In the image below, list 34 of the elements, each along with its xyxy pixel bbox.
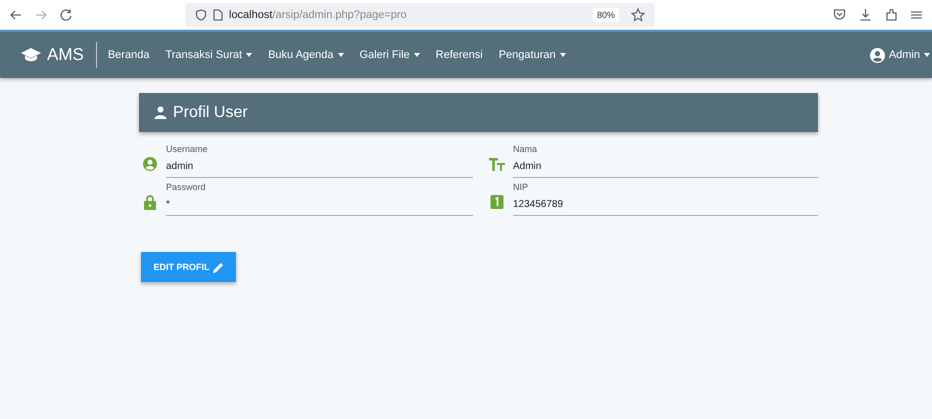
pocket-icon[interactable] — [833, 8, 846, 21]
text-size-icon — [489, 158, 505, 170]
star-icon[interactable] — [631, 8, 645, 22]
nav-link[interactable]: Transaksi Surat — [165, 49, 252, 61]
nav-link[interactable]: Referensi — [436, 49, 483, 61]
zoom-level[interactable]: 80% — [592, 8, 619, 22]
back-icon[interactable] — [10, 10, 22, 20]
text-field[interactable]: Password * — [166, 182, 473, 216]
address-bar[interactable]: localhost/arsip/admin.php?page=pro 80% — [185, 2, 655, 26]
number-icon — [489, 195, 505, 209]
nav-link[interactable]: Beranda — [108, 49, 150, 61]
reload-icon[interactable] — [60, 8, 72, 20]
download-icon[interactable] — [859, 8, 872, 21]
user-icon — [142, 157, 158, 171]
pencil-icon — [212, 262, 224, 272]
person-icon — [154, 106, 167, 119]
text-field[interactable]: Username admin — [166, 144, 473, 178]
menu-icon[interactable] — [911, 8, 922, 20]
puzzle-icon[interactable] — [885, 8, 898, 21]
graduation-cap-icon — [20, 47, 42, 63]
nav-link[interactable]: Pengaturan — [498, 49, 566, 61]
edit-profile-button[interactable]: EDIT PROFIL — [141, 252, 236, 282]
card-title: Profil User — [173, 104, 248, 122]
user-menu[interactable]: Admin — [870, 48, 930, 62]
url-text: localhost/arsip/admin.php?page=pro — [229, 8, 407, 20]
user-avatar-icon — [870, 48, 885, 62]
page-icon — [213, 8, 223, 20]
text-field[interactable]: Nama Admin — [513, 144, 818, 178]
text-field[interactable]: NIP 123456789 — [513, 182, 818, 216]
brand-link[interactable]: AMS — [0, 45, 84, 65]
shield-icon — [195, 8, 207, 20]
nav-link[interactable]: Galeri File — [360, 49, 420, 61]
lock-icon — [142, 194, 158, 210]
nav-link[interactable]: Buku Agenda — [268, 49, 344, 61]
